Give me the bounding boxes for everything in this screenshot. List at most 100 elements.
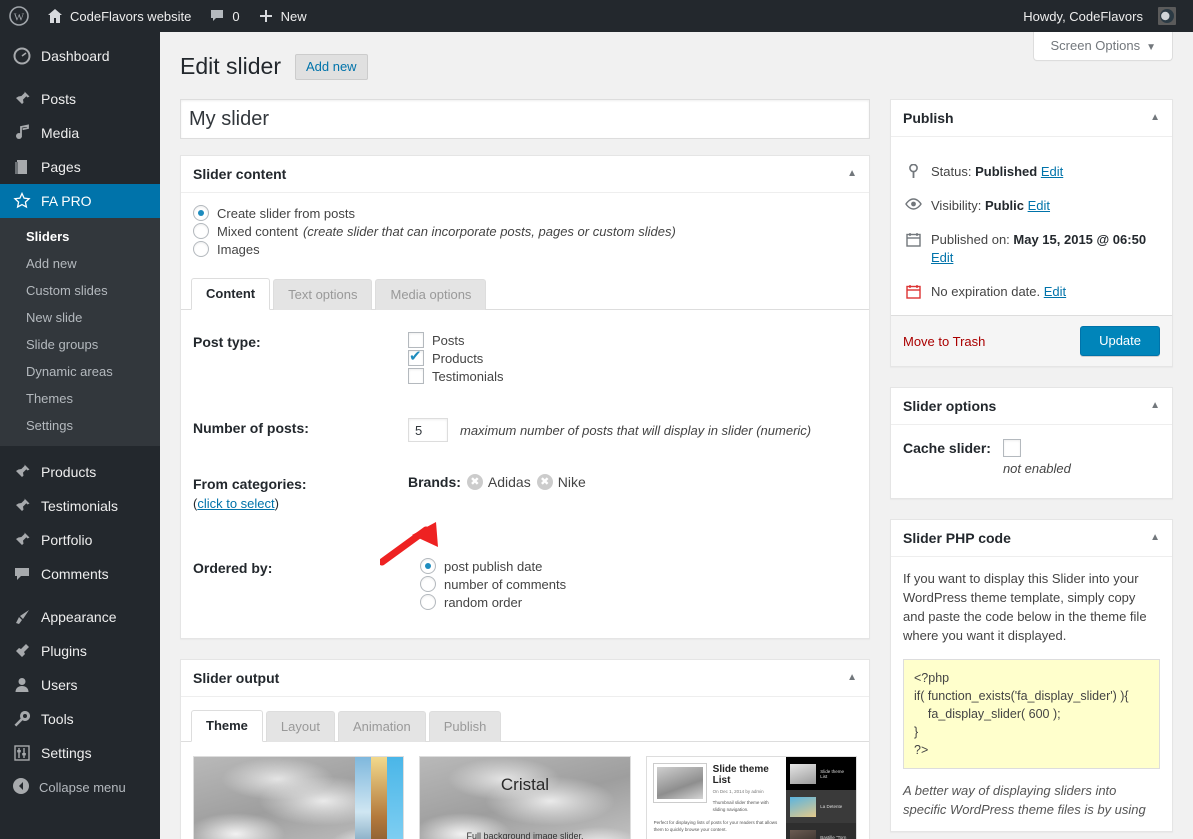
php-box-header[interactable]: Slider PHP code ▲ (891, 520, 1172, 557)
checkbox-products[interactable]: Products (408, 350, 857, 366)
sidebar-item-pages[interactable]: Pages (0, 150, 160, 184)
tab-text-options[interactable]: Text options (273, 279, 372, 310)
sidebar-item-settings[interactable]: Settings (0, 736, 160, 770)
tab-theme[interactable]: Theme (191, 710, 263, 742)
radio-input[interactable] (420, 576, 436, 592)
radio-create-from-posts[interactable]: Create slider from posts (193, 205, 857, 221)
toggle-collapse-icon[interactable]: ▲ (1150, 533, 1160, 543)
theme-card-film-strip[interactable] (193, 756, 404, 839)
sidebar-item-appearance[interactable]: Appearance (0, 600, 160, 634)
publish-box-header[interactable]: Publish ▲ (891, 100, 1172, 137)
submenu-item-dynamic-areas[interactable]: Dynamic areas (0, 358, 160, 385)
checkbox-input[interactable] (408, 332, 424, 348)
secondary-column: Publish ▲ Status: Published Edit (890, 99, 1173, 839)
site-name-menu[interactable]: CodeFlavors website (38, 0, 200, 32)
sidebar-item-posts[interactable]: Posts (0, 82, 160, 116)
page-header: Edit slider Add new (180, 32, 1173, 81)
radio-input[interactable] (420, 594, 436, 610)
pin-icon (12, 497, 32, 515)
my-account-menu[interactable]: Howdy, CodeFlavors (1014, 0, 1185, 32)
submenu-item-sliders[interactable]: Sliders (0, 223, 160, 250)
tab-media-options[interactable]: Media options (375, 279, 486, 310)
post-type-label: Post type: (193, 332, 408, 386)
expiration-edit-link[interactable]: Edit (1044, 284, 1066, 299)
remove-circle-icon[interactable]: ✖ (467, 474, 483, 490)
status-edit-link[interactable]: Edit (1041, 164, 1063, 179)
checkbox-testimonials[interactable]: Testimonials (408, 368, 857, 384)
theme-card-cristal[interactable]: Cristal Full background image slider. (419, 756, 630, 839)
add-new-button[interactable]: Add new (295, 54, 368, 80)
toggle-collapse-icon[interactable]: ▲ (1150, 401, 1160, 411)
tab-animation[interactable]: Animation (338, 711, 426, 742)
sidebar-item-plugins[interactable]: Plugins (0, 634, 160, 668)
toggle-collapse-icon[interactable]: ▲ (847, 169, 857, 179)
submenu-item-themes[interactable]: Themes (0, 385, 160, 412)
theme-card-slide-theme-list[interactable]: Slide theme List On Dec 1, 2014 by admin… (646, 756, 857, 839)
slider-options-box-header[interactable]: Slider options ▲ (891, 388, 1172, 425)
submenu-item-slide-groups[interactable]: Slide groups (0, 331, 160, 358)
toggle-collapse-icon[interactable]: ▲ (1150, 113, 1160, 123)
radio-post-publish-date[interactable]: post publish date (420, 558, 857, 574)
ordered-by-label: Ordered by: (193, 558, 408, 612)
sidebar-item-testimonials[interactable]: Testimonials (0, 489, 160, 523)
tab-layout[interactable]: Layout (266, 711, 335, 742)
selected-terms: Brands: ✖ Adidas ✖ Nike (408, 474, 857, 514)
sidebar-item-fa-pro[interactable]: FA PRO (0, 184, 160, 218)
visibility-edit-link[interactable]: Edit (1028, 198, 1050, 213)
slider-output-tabs: Theme Layout Animation Publish (181, 709, 869, 742)
submenu-item-custom-slides[interactable]: Custom slides (0, 277, 160, 304)
click-to-select-link[interactable]: click to select (197, 496, 274, 511)
radio-random-order[interactable]: random order (420, 594, 857, 610)
radio-number-of-comments[interactable]: number of comments (420, 576, 857, 592)
admin-bar-right: Howdy, CodeFlavors (1014, 0, 1193, 32)
term-label: Nike (558, 474, 586, 490)
submenu-item-add-new[interactable]: Add new (0, 250, 160, 277)
sidebar-item-media[interactable]: Media (0, 116, 160, 150)
checkbox-posts[interactable]: Posts (408, 332, 857, 348)
sidebar-item-tools[interactable]: Tools (0, 702, 160, 736)
php-code-snippet[interactable]: <?php if( function_exists('fa_display_sl… (903, 659, 1160, 769)
published-edit-link[interactable]: Edit (931, 250, 953, 265)
collapse-menu-button[interactable]: Collapse menu (0, 770, 160, 804)
slider-content-box-header[interactable]: Slider content ▲ (181, 156, 869, 193)
toggle-collapse-icon[interactable]: ▲ (847, 673, 857, 683)
update-button[interactable]: Update (1080, 326, 1160, 356)
plug-icon (12, 642, 32, 660)
sidebar-item-dashboard[interactable]: Dashboard (0, 39, 160, 73)
from-categories-title: From categories: (193, 474, 408, 494)
wordpress-logo-icon: W (9, 6, 29, 26)
cache-slider-hint: not enabled (1003, 461, 1071, 476)
number-of-posts-input[interactable] (408, 418, 448, 442)
tab-content[interactable]: Content (191, 278, 270, 310)
checkbox-input[interactable] (408, 368, 424, 384)
cache-slider-control: not enabled (1003, 439, 1071, 476)
submenu-item-settings[interactable]: Settings (0, 412, 160, 439)
sidebar-item-products[interactable]: Products (0, 455, 160, 489)
slider-title-field-wrap (180, 99, 870, 155)
radio-input[interactable] (193, 205, 209, 221)
tab-publish[interactable]: Publish (429, 711, 502, 742)
screen-options-button[interactable]: Screen Options▼ (1033, 32, 1173, 61)
radio-input[interactable] (420, 558, 436, 574)
preview-head: Slide theme List On Dec 1, 2014 by admin… (654, 764, 780, 813)
slider-title-input[interactable] (180, 99, 870, 139)
submenu-item-new-slide[interactable]: New slide (0, 304, 160, 331)
comments-menu[interactable]: 0 (200, 0, 248, 32)
sidebar-item-comments[interactable]: Comments (0, 557, 160, 591)
checkbox-input[interactable] (408, 350, 424, 366)
slider-options-box: Slider options ▲ Cache slider: not enabl… (890, 387, 1173, 499)
move-to-trash-link[interactable]: Move to Trash (903, 334, 985, 349)
radio-images[interactable]: Images (193, 241, 857, 257)
sidebar-item-users[interactable]: Users (0, 668, 160, 702)
wp-logo-menu[interactable]: W (0, 0, 38, 32)
remove-circle-icon[interactable]: ✖ (537, 474, 553, 490)
new-content-menu[interactable]: New (249, 0, 316, 32)
screen-options-label: Screen Options (1050, 38, 1140, 53)
slider-output-box-header[interactable]: Slider output ▲ (181, 660, 869, 697)
radio-input[interactable] (193, 241, 209, 257)
term-tag-nike: ✖ Nike (537, 474, 586, 490)
radio-mixed-content[interactable]: Mixed content (create slider that can in… (193, 223, 857, 239)
cache-slider-checkbox[interactable] (1003, 439, 1021, 457)
radio-input[interactable] (193, 223, 209, 239)
sidebar-item-portfolio[interactable]: Portfolio (0, 523, 160, 557)
